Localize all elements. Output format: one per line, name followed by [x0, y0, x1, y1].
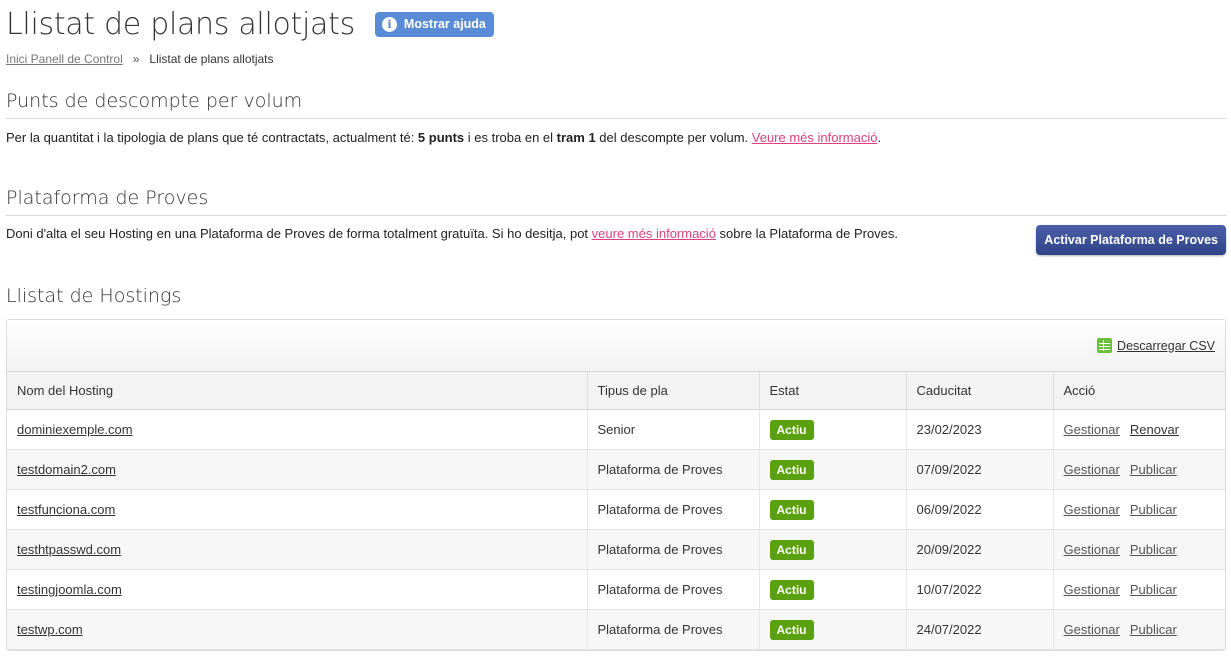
hosting-name-link[interactable]: testhtpasswd.com: [17, 542, 121, 557]
status-badge: Actiu: [769, 619, 814, 640]
show-help-button[interactable]: i Mostrar ajuda: [374, 11, 494, 37]
publish-link[interactable]: Publicar: [1130, 622, 1177, 637]
manage-link[interactable]: Gestionar: [1064, 582, 1120, 597]
platform-text-part: Doni d'alta el seu Hosting en una Plataf…: [6, 226, 592, 241]
title-row: Llistat de plans allotjats i Mostrar aju…: [6, 0, 1226, 46]
discount-text-part: i es troba en el: [464, 130, 557, 145]
status-badge: Actiu: [769, 579, 814, 600]
status-badge: Actiu: [769, 539, 814, 560]
table-row: testingjoomla.com Plataforma de Proves A…: [7, 569, 1225, 610]
platform-more-info-link[interactable]: veure més informació: [592, 226, 716, 241]
page: Llistat de plans allotjats i Mostrar aju…: [0, 0, 1231, 651]
column-header-expiry: Caducitat: [906, 371, 1054, 410]
plan-type: Senior: [587, 409, 760, 450]
manage-link[interactable]: Gestionar: [1064, 462, 1120, 477]
platform-text: Doni d'alta el seu Hosting en una Plataf…: [6, 225, 898, 243]
table-row: testwp.com Plataforma de Proves Actiu 24…: [7, 609, 1225, 650]
manage-link[interactable]: Gestionar: [1064, 622, 1120, 637]
manage-link[interactable]: Gestionar: [1064, 502, 1120, 517]
plan-type: Plataforma de Proves: [587, 569, 760, 610]
download-csv-link[interactable]: Descarregar CSV: [1097, 338, 1215, 353]
hosting-name-link[interactable]: testfunciona.com: [17, 502, 115, 517]
discount-more-info-link[interactable]: Veure més informació: [752, 130, 878, 145]
breadcrumb-separator: »: [132, 52, 140, 66]
expiry-date: 20/09/2022: [906, 529, 1054, 570]
expiry-date: 10/07/2022: [906, 569, 1054, 610]
expiry-date: 06/09/2022: [906, 489, 1054, 530]
publish-link[interactable]: Publicar: [1130, 582, 1177, 597]
status-badge: Actiu: [769, 499, 814, 520]
expiry-date: 07/09/2022: [906, 449, 1054, 490]
discount-text-part: Per la quantitat i la tipologia de plans…: [6, 130, 418, 145]
status-badge: Actiu: [769, 459, 814, 480]
publish-link[interactable]: Publicar: [1130, 502, 1177, 517]
plan-type: Plataforma de Proves: [587, 449, 760, 490]
breadcrumb-current: Llistat de plans allotjats: [149, 52, 274, 66]
discount-section-title: Punts de descompte per volum: [6, 90, 1226, 119]
table-row: dominiexemple.com Senior Actiu 23/02/202…: [7, 409, 1225, 450]
discount-points: 5 punts: [417, 130, 465, 145]
table-row: testdomain2.com Plataforma de Proves Act…: [7, 449, 1225, 490]
publish-link[interactable]: Publicar: [1130, 542, 1177, 557]
expiry-date: 23/02/2023: [906, 409, 1054, 450]
manage-link[interactable]: Gestionar: [1064, 422, 1120, 437]
hostings-section-title: Llistat de Hostings: [6, 285, 182, 307]
status-badge: Actiu: [769, 419, 814, 440]
hostings-toolbar: Descarregar CSV: [7, 320, 1225, 371]
activate-platform-button[interactable]: Activar Plataforma de Proves: [1036, 225, 1226, 255]
plan-type: Plataforma de Proves: [587, 609, 760, 650]
spreadsheet-icon: [1097, 338, 1113, 353]
renew-link[interactable]: Renovar: [1130, 422, 1179, 437]
column-header-name: Nom del Hosting: [7, 371, 588, 410]
discount-text-part: del descompte per volum.: [595, 130, 752, 145]
show-help-label: Mostrar ajuda: [403, 17, 486, 31]
breadcrumb: Inici Panell de Control » Llistat de plans…: [6, 52, 1226, 68]
table-row: testhtpasswd.com Plataforma de Proves Ac…: [7, 529, 1225, 570]
manage-link[interactable]: Gestionar: [1064, 542, 1120, 557]
plan-type: Plataforma de Proves: [587, 529, 760, 570]
hosting-name-link[interactable]: testdomain2.com: [17, 462, 116, 477]
discount-text: Per la quantitat i la tipologia de plans…: [6, 129, 1226, 147]
platform-section-title: Plataforma de Proves: [6, 187, 1226, 216]
breadcrumb-home-link[interactable]: Inici Panell de Control: [6, 52, 123, 66]
column-header-action: Acció: [1053, 371, 1225, 410]
platform-row: Doni d'alta el seu Hosting en una Plataf…: [6, 216, 1226, 255]
plan-type: Plataforma de Proves: [587, 489, 760, 530]
hostings-panel: Descarregar CSV Nom del Hosting Tipus de…: [6, 319, 1226, 651]
column-header-state: Estat: [759, 371, 907, 410]
info-icon: i: [381, 16, 397, 32]
table-header-row: Nom del Hosting Tipus de pla Estat Caduc…: [7, 371, 1225, 410]
table-row: testfunciona.com Plataforma de Proves Ac…: [7, 489, 1225, 530]
page-title: Llistat de plans allotjats: [6, 6, 355, 42]
column-header-type: Tipus de pla: [587, 371, 760, 410]
download-csv-label: Descarregar CSV: [1117, 338, 1215, 353]
platform-text-part: sobre la Plataforma de Proves.: [715, 226, 899, 241]
discount-text-part: .: [877, 130, 882, 145]
hosting-name-link[interactable]: dominiexemple.com: [17, 422, 133, 437]
hostings-table: Nom del Hosting Tipus de pla Estat Caduc…: [7, 371, 1225, 650]
expiry-date: 24/07/2022: [906, 609, 1054, 650]
hosting-name-link[interactable]: testwp.com: [17, 622, 83, 637]
discount-tram: tram 1: [556, 130, 596, 145]
publish-link[interactable]: Publicar: [1130, 462, 1177, 477]
hosting-name-link[interactable]: testingjoomla.com: [17, 582, 122, 597]
